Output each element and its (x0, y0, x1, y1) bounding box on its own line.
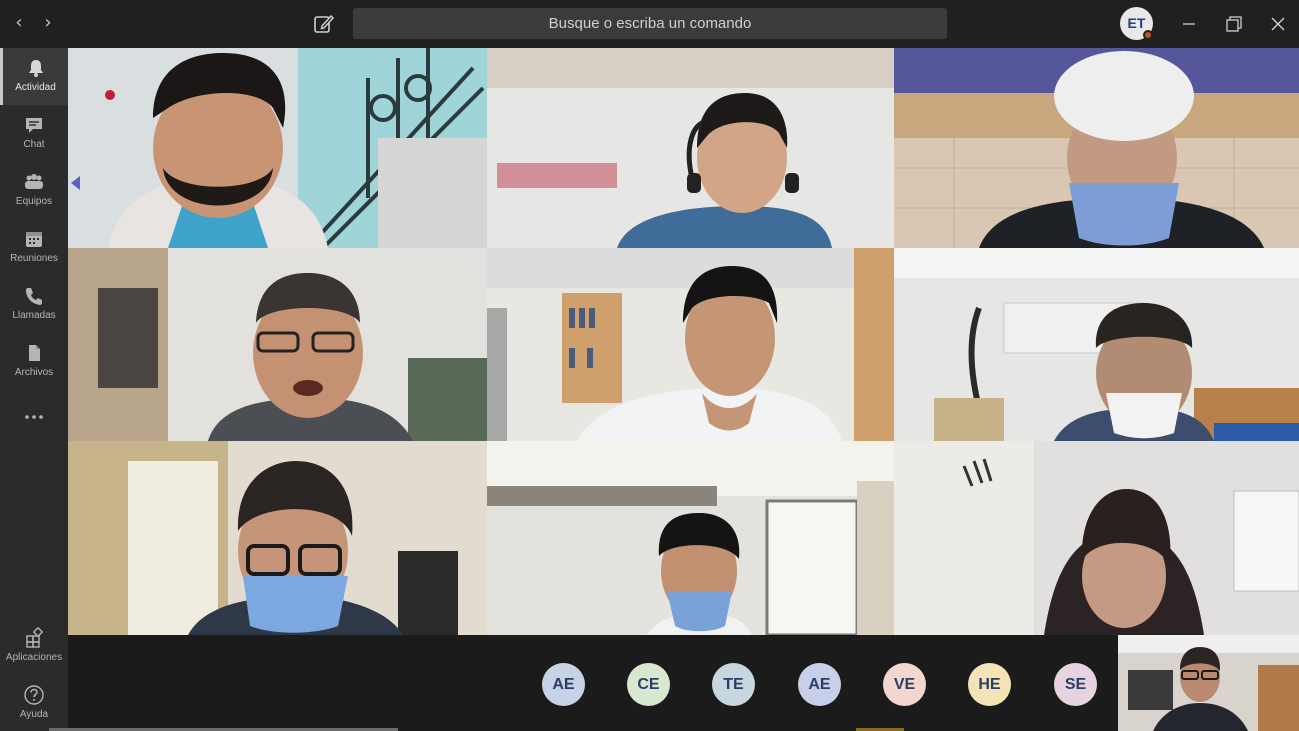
video-tile[interactable] (68, 48, 487, 248)
rail-item-label: Reuniones (10, 253, 58, 264)
app-bar: Actividad Chat Equipos Reuniones Llamada… (0, 48, 68, 731)
video-tile[interactable] (894, 248, 1299, 441)
teams-meeting-window: ‹ › Busque o escriba un comando ET Activ… (0, 0, 1299, 731)
forward-arrow-icon[interactable]: › (37, 12, 59, 34)
help-icon (24, 685, 44, 705)
rail-item-label: Equipos (15, 196, 53, 207)
calendar-icon (26, 232, 42, 247)
participant-avatar[interactable]: CE (627, 663, 670, 706)
rail-item-llamadas[interactable]: Llamadas (0, 276, 68, 333)
video-tile[interactable] (894, 441, 1299, 635)
rail-item-aplicaciones[interactable]: Aplicaciones (0, 618, 68, 675)
minimize-icon[interactable] (1176, 11, 1202, 37)
back-arrow-icon[interactable]: ‹ (8, 12, 30, 34)
video-tile[interactable] (68, 248, 487, 441)
more-dots-icon (25, 415, 43, 419)
video-grid (68, 48, 1299, 635)
chat-icon (26, 118, 42, 133)
participant-avatar[interactable]: AE (798, 663, 841, 706)
rail-item-archivos[interactable]: Archivos (0, 333, 68, 390)
rail-item-label: Actividad (15, 82, 56, 93)
rail-item-label: Chat (23, 139, 45, 150)
self-video-preview[interactable] (1118, 635, 1299, 731)
participant-strip: AE CE TE AE VE HE SE (68, 635, 1118, 731)
rail-item-label: Llamadas (12, 310, 56, 321)
more-apps-button[interactable] (0, 398, 68, 438)
title-bar: ‹ › Busque o escriba un comando ET (0, 0, 1299, 48)
rail-item-label: Aplicaciones (5, 652, 63, 663)
search-command-input[interactable]: Busque o escriba un comando (353, 8, 947, 39)
video-tile[interactable] (894, 48, 1299, 248)
rail-item-reuniones[interactable]: Reuniones (0, 219, 68, 276)
close-icon[interactable] (1265, 11, 1291, 37)
participant-avatar[interactable]: VE (883, 663, 926, 706)
video-tile[interactable] (487, 248, 894, 441)
restore-window-icon[interactable] (1221, 11, 1247, 37)
participant-avatar[interactable]: HE (968, 663, 1011, 706)
rail-item-label: Archivos (14, 367, 54, 378)
participant-avatar[interactable]: TE (712, 663, 755, 706)
bell-icon (28, 60, 43, 77)
participant-avatar[interactable]: AE (542, 663, 585, 706)
video-tile[interactable] (487, 441, 894, 635)
rail-item-chat[interactable]: Chat (0, 105, 68, 162)
apps-icon (26, 627, 44, 648)
rail-item-ayuda[interactable]: Ayuda (0, 675, 68, 731)
rail-item-equipos[interactable]: Equipos (0, 162, 68, 219)
new-chat-compose-icon[interactable] (312, 12, 336, 36)
participant-avatar[interactable]: SE (1054, 663, 1097, 706)
video-tile[interactable] (487, 48, 894, 248)
presence-status-badge (1143, 30, 1153, 40)
teams-icon (25, 174, 43, 189)
video-tile[interactable] (68, 441, 487, 635)
file-icon (29, 345, 40, 361)
rail-item-actividad[interactable]: Actividad (0, 48, 68, 105)
phone-icon (26, 288, 42, 305)
rail-item-label: Ayuda (19, 709, 49, 720)
